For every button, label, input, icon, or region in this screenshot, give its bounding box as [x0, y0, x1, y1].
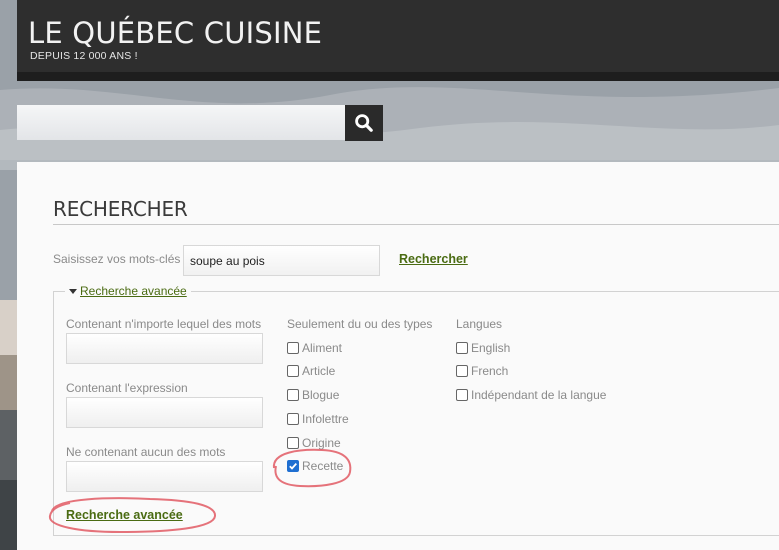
checkbox[interactable]	[287, 437, 299, 449]
checkbox[interactable]	[456, 365, 468, 377]
language-option-english[interactable]: English	[456, 341, 510, 355]
type-option-origine[interactable]: Origine	[287, 436, 341, 450]
language-option-french[interactable]: French	[456, 364, 508, 378]
types-label: Seulement du ou des types	[287, 317, 433, 331]
checkbox[interactable]	[287, 365, 299, 377]
advanced-search-toggle-label: Recherche avancée	[80, 284, 187, 298]
type-option-label: Recette	[302, 459, 344, 473]
languages-label: Langues	[456, 317, 503, 331]
top-search-input[interactable]	[17, 105, 345, 140]
type-option-article[interactable]: Article	[287, 364, 335, 378]
contains-any-input[interactable]	[66, 333, 263, 364]
checkbox[interactable]	[287, 413, 299, 425]
contains-none-label: Ne contenant aucun des mots	[66, 445, 226, 459]
checkbox[interactable]	[287, 342, 299, 354]
search-panel: RECHERCHER Saisissez vos mots-clés Reche…	[17, 162, 779, 550]
advanced-search-button[interactable]: Recherche avancée	[66, 508, 183, 522]
contains-phrase-input[interactable]	[66, 397, 263, 428]
type-option-label: Blogue	[302, 388, 340, 402]
check-icon	[289, 462, 297, 470]
type-option-label: Infolettre	[302, 412, 349, 426]
language-option-label: French	[471, 364, 509, 378]
site-logo-subtitle: DEPUIS 12 000 ANS !	[30, 50, 138, 62]
top-search-button[interactable]	[345, 105, 383, 141]
type-option-label: Origine	[302, 436, 341, 450]
title-divider	[53, 224, 779, 225]
checkbox[interactable]	[287, 389, 299, 401]
language-option-label: Indépendant de la langue	[471, 388, 607, 402]
language-option-label: English	[471, 341, 511, 355]
type-option-aliment[interactable]: Aliment	[287, 341, 342, 355]
keywords-input[interactable]	[183, 245, 380, 276]
keywords-label: Saisissez vos mots-clés	[53, 252, 181, 266]
checkbox[interactable]	[456, 342, 468, 354]
page-title: RECHERCHER	[53, 197, 188, 221]
type-option-label: Aliment	[302, 341, 343, 355]
site-logo-title[interactable]: LE QUÉBEC CUISINE	[28, 15, 322, 51]
search-icon	[355, 114, 373, 132]
triangle-down-icon	[69, 289, 77, 295]
search-link[interactable]: Rechercher	[399, 252, 468, 266]
type-option-recette[interactable]: Recette	[287, 459, 343, 473]
type-option-blogue[interactable]: Blogue	[287, 388, 339, 402]
checkbox[interactable]	[456, 389, 468, 401]
type-option-infolettre[interactable]: Infolettre	[287, 412, 349, 426]
advanced-search-toggle[interactable]: Recherche avancée	[65, 284, 191, 298]
contains-any-label: Contenant n'importe lequel des mots	[66, 317, 262, 331]
checkbox-checked[interactable]	[287, 460, 299, 472]
contains-phrase-label: Contenant l'expression	[66, 381, 188, 395]
type-option-label: Article	[302, 364, 336, 378]
site-header: LE QUÉBEC CUISINE DEPUIS 12 000 ANS !	[17, 0, 779, 81]
contains-none-input[interactable]	[66, 461, 263, 492]
language-option-independent[interactable]: Indépendant de la langue	[456, 388, 606, 402]
